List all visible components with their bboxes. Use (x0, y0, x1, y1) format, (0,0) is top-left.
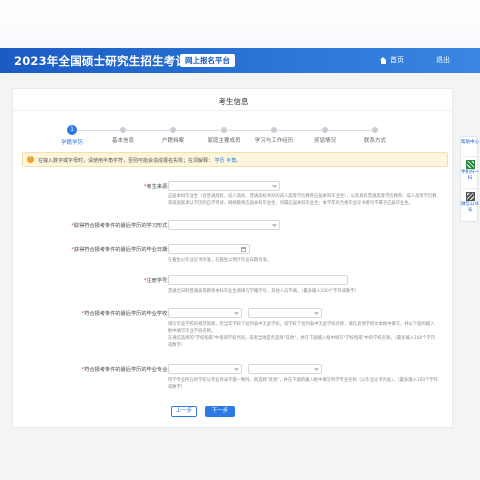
major-label-text: 符合报考条件的最后学历的毕业专业: (84, 367, 169, 373)
step-experience[interactable]: 学习与工作经历 (254, 125, 294, 144)
notice-message: 在输入数字或字母时，请使用半角字符，否则可能会造成报名失败；在词解释： (38, 158, 214, 164)
next-button[interactable]: 下一步 (205, 406, 235, 417)
step-contact[interactable]: 联系方式 (355, 125, 395, 144)
source-label: *考生来源: (144, 183, 169, 190)
chevron-down-icon (234, 310, 239, 315)
step-dot (372, 127, 378, 133)
mobile-qr-link[interactable]: 手机扫一扫 (461, 160, 479, 181)
reg-no-hint: 普通全日制普通高等教育本科毕业生请填写学籍学号，其他人员不填。（最多输入100个… (168, 289, 359, 294)
step-dot (271, 127, 277, 133)
step-dot (322, 127, 328, 133)
site-title: 2023年全国硕士研究生招生考试 (14, 54, 188, 68)
major-select[interactable] (248, 364, 322, 374)
wechat-qr-label: 微信公众号 (461, 202, 479, 213)
grad-date-label-text: 获得符合报考条件的最后学历的毕业日期: (73, 247, 169, 253)
chevron-down-icon (272, 183, 277, 188)
step-label: 学籍学历 (60, 140, 83, 146)
chevron-down-icon (272, 222, 277, 227)
chevron-down-icon (234, 366, 239, 371)
source-label-text: 考生来源: (146, 184, 170, 190)
floating-sidebar: 帮助中心 手机扫一扫 微信公众号 (460, 136, 479, 222)
step-dot-active: 1 (67, 125, 77, 135)
step-family[interactable]: 家庭主要成员 (204, 125, 244, 144)
school-label-text: 符合报考条件的最后学历的毕业学校: (84, 311, 169, 317)
form-card: 考生信息 1 学籍学历 基本信息 户籍档案 家庭主要成员 学习与工作经历 奖惩情… (12, 88, 454, 428)
school-select[interactable] (248, 308, 322, 318)
home-link[interactable]: 首页 (380, 55, 404, 65)
chevron-down-icon (314, 310, 319, 315)
step-label: 联系方式 (363, 138, 386, 144)
reg-no-label: *注册学号: (144, 277, 169, 284)
step-basic-info[interactable]: 基本信息 (103, 125, 143, 144)
step-label: 基本信息 (111, 138, 134, 144)
step-dot (221, 127, 227, 133)
help-center-link[interactable]: 帮助中心 (461, 140, 479, 146)
major-hint: 所学专业所在的学校与专业目录不能一致时，则选择"其他"，并在下面的输入框中填写所… (168, 378, 438, 390)
step-academic[interactable]: 1 学籍学历 (52, 125, 92, 146)
page-title: 考生信息 (218, 97, 249, 106)
wechat-qr-link[interactable]: 微信公众号 (461, 192, 479, 213)
qr-code-icon (465, 192, 475, 201)
step-dot (120, 127, 126, 133)
grad-date-hint: 在籍生以毕业证书为准，在籍生以预计毕业日期为准。 (168, 258, 272, 263)
logout-link[interactable]: 退出 (436, 55, 450, 65)
notice-link[interactable]: 学历 半角。 (215, 158, 242, 164)
grad-date-label: *获得符合报考条件的最后学历的毕业日期: (71, 246, 169, 253)
title-divider (13, 110, 454, 111)
school-label: *符合报考条件的最后学历的毕业学校: (82, 310, 169, 317)
step-label: 奖惩情况 (313, 138, 336, 144)
study-mode-label-text: 取得符合报考条件的最后学历的学习形式: (73, 223, 169, 229)
school-hint-2: 在通信选择的"学校指南"中查询学校代码，或者当地是否选择"其他"，并在下面输入框… (168, 336, 436, 348)
sidebar-divider (463, 188, 477, 189)
major-label: *符合报考条件的最后学历的毕业专业: (82, 366, 169, 373)
notice-text: 在输入数字或字母时，请使用半角字符，否则可能会造成报名失败；在词解释： 学历 半… (38, 157, 241, 164)
reg-no-input[interactable] (168, 275, 348, 285)
sidebar-divider (463, 156, 477, 157)
step-label: 户籍档案 (161, 138, 184, 144)
mobile-qr-label: 手机扫一扫 (461, 170, 479, 181)
study-mode-select[interactable] (168, 220, 280, 230)
input-notice: ! 在输入数字或字母时，请使用半角字符，否则可能会造成报名失败；在词解释： 学历… (22, 152, 448, 167)
study-mode-label: *取得符合报考条件的最后学历的学习形式: (71, 222, 169, 229)
source-hint: 应届本科毕业生（含普通高校、成人高校、普通高校举办的成人高等学历教育应届本科毕业… (168, 194, 437, 206)
source-select[interactable] (168, 181, 280, 191)
reg-no-label-text: 注册学号: (146, 278, 170, 284)
top-banner-area (0, 0, 480, 48)
grad-date-input[interactable] (168, 244, 250, 254)
step-label: 学习与工作经历 (254, 138, 294, 144)
site-header: 2023年全国硕士研究生招生考试 网上报名平台 首页 退出 (0, 48, 480, 73)
prev-button[interactable]: 上一步 (171, 406, 197, 417)
step-household[interactable]: 户籍档案 (153, 125, 193, 144)
logout-link-label: 退出 (436, 56, 450, 64)
major-category-select[interactable] (168, 364, 242, 374)
platform-badge: 网上报名平台 (180, 54, 235, 67)
warning-icon: ! (27, 156, 34, 163)
step-label: 家庭主要成员 (207, 138, 241, 144)
calendar-icon (241, 247, 246, 252)
home-icon (380, 56, 387, 64)
chevron-down-icon (314, 366, 319, 371)
home-link-label: 首页 (390, 56, 404, 64)
step-dot (170, 127, 176, 133)
school-region-select[interactable] (168, 308, 242, 318)
step-awards[interactable]: 奖惩情况 (305, 125, 345, 144)
qr-code-icon (465, 160, 475, 169)
school-hint: 填写毕业学校的规范简称，若当年学校下拉列表中无此学校，或学校下拉列表中无此学校名… (168, 322, 435, 334)
